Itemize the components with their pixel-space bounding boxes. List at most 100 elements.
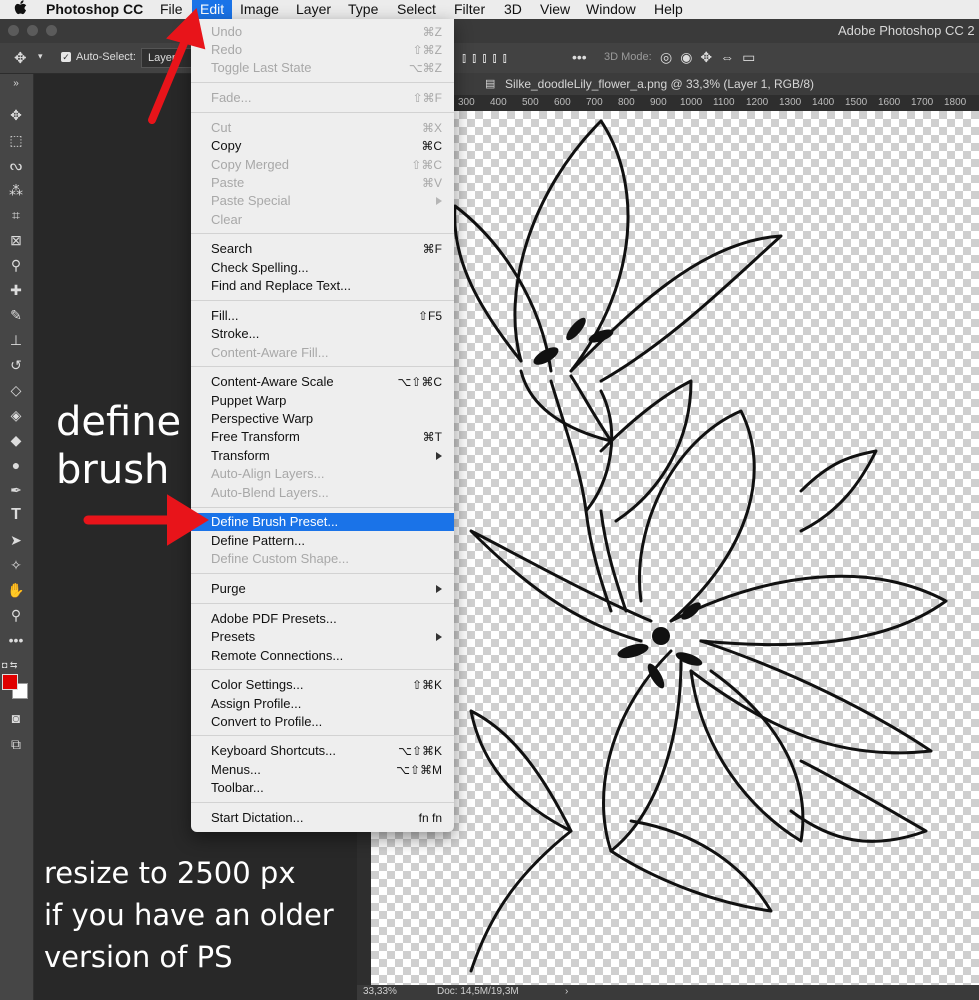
move-tool-icon[interactable]: ✥ bbox=[4, 105, 28, 125]
menu-item-fill[interactable]: Fill... ⇧F5 bbox=[191, 307, 454, 325]
lasso-tool-icon[interactable]: ᔓ bbox=[4, 155, 28, 175]
lily-line-art bbox=[453, 119, 948, 973]
frame-tool-icon[interactable]: ⊠ bbox=[4, 230, 28, 250]
healing-brush-icon[interactable]: ✚ bbox=[4, 280, 28, 300]
menu-item-transform[interactable]: Transform bbox=[191, 447, 454, 465]
shape-tool-icon[interactable]: ✧ bbox=[4, 555, 28, 575]
screen-mode-icon[interactable]: ⧉ bbox=[4, 734, 28, 754]
macos-menubar: Photoshop CC File Edit Image Layer Type … bbox=[0, 0, 979, 20]
menu-edit[interactable]: Edit bbox=[192, 0, 233, 19]
paint-bucket-icon[interactable]: ◈ bbox=[4, 405, 28, 425]
status-bar: 33,33% Doc: 14,5M/19,3M › bbox=[357, 985, 979, 1000]
menu-item-define-pattern[interactable]: Define Pattern... bbox=[191, 532, 454, 550]
menu-item-cut[interactable]: Cut ⌘X bbox=[191, 119, 454, 137]
crop-tool-icon[interactable]: ⌗ bbox=[4, 205, 28, 225]
menu-item-remote-connections[interactable]: Remote Connections... bbox=[191, 647, 454, 665]
menu-item-define-custom-shape[interactable]: Define Custom Shape... bbox=[191, 550, 454, 568]
quick-mask-icon[interactable]: ◙ bbox=[4, 708, 28, 728]
menu-item-find-replace[interactable]: Find and Replace Text... bbox=[191, 277, 454, 295]
menu-view[interactable]: View bbox=[532, 0, 578, 19]
ruler-tick: 1800 bbox=[944, 97, 967, 108]
menu-item-stroke[interactable]: Stroke... bbox=[191, 325, 454, 343]
marquee-tool-icon[interactable]: ⬚ bbox=[4, 130, 28, 150]
history-brush-icon[interactable]: ↺ bbox=[4, 355, 28, 375]
menu-item-keyboard-shortcuts[interactable]: Keyboard Shortcuts... ⌥⇧⌘K bbox=[191, 742, 454, 760]
auto-select-checkbox[interactable]: ✓ bbox=[61, 52, 71, 62]
window-titlebar: Adobe Photoshop CC 2 bbox=[0, 19, 979, 43]
menu-item-color-settings[interactable]: Color Settings... ⇧⌘K bbox=[191, 676, 454, 694]
menu-item-fade[interactable]: Fade... ⇧⌘F bbox=[191, 89, 454, 107]
document-canvas[interactable] bbox=[371, 111, 979, 985]
menu-item-pdf-presets[interactable]: Adobe PDF Presets... bbox=[191, 610, 454, 628]
menu-item-perspective-warp[interactable]: Perspective Warp bbox=[191, 410, 454, 428]
menu-item-purge[interactable]: Purge bbox=[191, 580, 454, 598]
menu-item-define-brush-preset[interactable]: Define Brush Preset... bbox=[191, 513, 454, 531]
menu-item-convert-profile[interactable]: Convert to Profile... bbox=[191, 713, 454, 731]
menu-item-search[interactable]: Search ⌘F bbox=[191, 240, 454, 258]
menu-layer[interactable]: Layer bbox=[288, 0, 339, 19]
menu-item-free-transform[interactable]: Free Transform ⌘T bbox=[191, 428, 454, 446]
menu-item-presets[interactable]: Presets bbox=[191, 628, 454, 646]
ruler-tick: 700 bbox=[586, 97, 603, 108]
brush-tool-icon[interactable]: ✎ bbox=[4, 305, 28, 325]
blur-tool-icon[interactable]: ◆ bbox=[4, 430, 28, 450]
move-tool-icon[interactable]: ✥ bbox=[14, 49, 27, 67]
chevron-down-icon[interactable]: ▾ bbox=[38, 51, 43, 62]
more-tools-icon[interactable]: ••• bbox=[4, 630, 28, 650]
menu-item-puppet-warp[interactable]: Puppet Warp bbox=[191, 392, 454, 410]
menu-image[interactable]: Image bbox=[232, 0, 287, 19]
menu-select[interactable]: Select bbox=[389, 0, 444, 19]
zoom-window-button[interactable] bbox=[46, 25, 57, 36]
3d-mode-icons[interactable]: ◎◉✥⇔▭ bbox=[660, 49, 763, 66]
pen-tool-icon[interactable]: ✒ bbox=[4, 480, 28, 500]
minimize-window-button[interactable] bbox=[27, 25, 38, 36]
magic-wand-icon[interactable]: ⁂ bbox=[4, 180, 28, 200]
zoom-level[interactable]: 33,33% bbox=[363, 986, 397, 997]
menu-item-paste[interactable]: Paste ⌘V bbox=[191, 174, 454, 192]
menu-item-clear[interactable]: Clear bbox=[191, 211, 454, 229]
collapse-panel-icon[interactable]: » bbox=[4, 74, 28, 94]
type-tool-icon[interactable]: T bbox=[4, 505, 28, 525]
menu-item-copy-merged[interactable]: Copy Merged ⇧⌘C bbox=[191, 156, 454, 174]
menu-filter[interactable]: Filter bbox=[446, 0, 493, 19]
doc-size-info[interactable]: Doc: 14,5M/19,3M bbox=[437, 986, 519, 997]
menu-photoshop[interactable]: Photoshop CC bbox=[38, 0, 151, 19]
menu-item-auto-blend[interactable]: Auto-Blend Layers... bbox=[191, 484, 454, 502]
menu-help[interactable]: Help bbox=[646, 0, 691, 19]
menu-type[interactable]: Type bbox=[340, 0, 386, 19]
menu-item-start-dictation[interactable]: Start Dictation... fn fn bbox=[191, 809, 454, 827]
menu-separator bbox=[191, 366, 454, 367]
eraser-icon[interactable]: ◇ bbox=[4, 380, 28, 400]
eyedropper-icon[interactable]: ⚲ bbox=[4, 255, 28, 275]
menu-item-check-spelling[interactable]: Check Spelling... bbox=[191, 259, 454, 277]
menu-window[interactable]: Window bbox=[578, 0, 644, 19]
default-colors-icon[interactable]: ◘ ⇆ bbox=[2, 660, 17, 671]
menu-item-toggle-last-state[interactable]: Toggle Last State ⌥⌘Z bbox=[191, 59, 454, 77]
menu-item-toolbar[interactable]: Toolbar... bbox=[191, 779, 454, 797]
chevron-right-icon[interactable]: › bbox=[565, 986, 568, 997]
menu-item-copy[interactable]: Copy ⌘C bbox=[191, 137, 454, 155]
hand-tool-icon[interactable]: ✋ bbox=[4, 580, 28, 600]
apple-icon[interactable] bbox=[6, 0, 36, 19]
dodge-tool-icon[interactable]: ● bbox=[4, 455, 28, 475]
menu-item-redo[interactable]: Redo ⇧⌘Z bbox=[191, 41, 454, 59]
clone-stamp-icon[interactable]: ⊥ bbox=[4, 330, 28, 350]
close-window-button[interactable] bbox=[8, 25, 19, 36]
menu-item-content-aware-fill[interactable]: Content-Aware Fill... bbox=[191, 344, 454, 362]
annotation-line: resize to 2500 px bbox=[44, 856, 296, 890]
foreground-color-swatch[interactable] bbox=[2, 674, 18, 690]
file-icon: ▤ bbox=[485, 78, 496, 90]
more-options-icon[interactable]: ••• bbox=[572, 49, 587, 65]
align-icons[interactable]: ⫾⫾⫾⫾⫾ bbox=[462, 50, 513, 66]
menu-item-auto-align[interactable]: Auto-Align Layers... bbox=[191, 465, 454, 483]
menu-item-assign-profile[interactable]: Assign Profile... bbox=[191, 695, 454, 713]
menu-item-paste-special[interactable]: Paste Special bbox=[191, 192, 454, 210]
zoom-tool-icon[interactable]: ⚲ bbox=[4, 605, 28, 625]
menu-file[interactable]: File bbox=[152, 0, 191, 19]
path-selection-icon[interactable]: ➤ bbox=[4, 530, 28, 550]
menu-separator bbox=[191, 300, 454, 301]
menu-item-content-aware-scale[interactable]: Content-Aware Scale ⌥⇧⌘C bbox=[191, 373, 454, 391]
menu-item-undo[interactable]: Undo ⌘Z bbox=[191, 23, 454, 41]
menu-3d[interactable]: 3D bbox=[496, 0, 530, 19]
menu-item-menus[interactable]: Menus... ⌥⇧⌘M bbox=[191, 761, 454, 779]
